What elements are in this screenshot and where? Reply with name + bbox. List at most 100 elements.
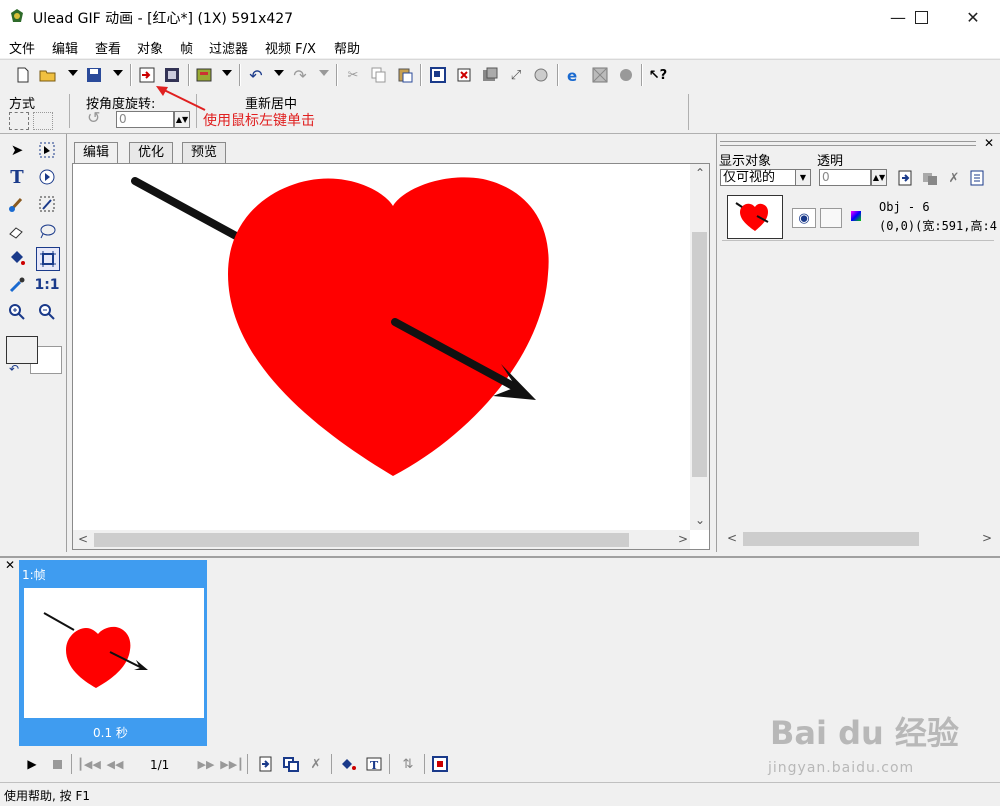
- context-help-button[interactable]: ↖?: [648, 65, 668, 85]
- text-tool[interactable]: T: [6, 166, 28, 188]
- bucket-icon: [11, 251, 25, 265]
- frame-properties-button[interactable]: [430, 754, 450, 774]
- delete-frame-button[interactable]: ✗: [306, 754, 326, 774]
- tween-button[interactable]: [339, 754, 359, 774]
- play-button[interactable]: ▶: [22, 754, 42, 774]
- first-frame-button[interactable]: ┃◀◀: [77, 754, 101, 774]
- scroll-up-icon[interactable]: ⌃: [695, 166, 705, 180]
- add-object-button[interactable]: [895, 168, 915, 188]
- foreground-color-swatch[interactable]: [6, 336, 38, 364]
- stop-icon: [52, 759, 62, 769]
- fit-button[interactable]: ⤢: [506, 65, 526, 85]
- scroll-left-icon[interactable]: <: [78, 532, 88, 546]
- resize-button[interactable]: [428, 65, 448, 85]
- crop-button[interactable]: [454, 65, 474, 85]
- eyedropper-tool[interactable]: [6, 274, 28, 296]
- duplicate-frame-button[interactable]: [281, 754, 301, 774]
- zoom-out-tool[interactable]: [36, 301, 58, 323]
- banner-dropdown-icon[interactable]: [222, 70, 232, 76]
- previous-frame-button[interactable]: ◀◀: [105, 754, 125, 774]
- object-horizontal-thumb[interactable]: [743, 532, 919, 546]
- select-tool[interactable]: [36, 139, 58, 161]
- plugin-button[interactable]: [616, 65, 636, 85]
- save-button[interactable]: [84, 65, 104, 85]
- panel-close-icon[interactable]: ✕: [984, 136, 994, 150]
- swap-colors-icon[interactable]: ↶: [9, 362, 19, 376]
- frame-panel-close-icon[interactable]: ✕: [5, 558, 15, 572]
- tab-preview[interactable]: 预览: [182, 142, 227, 163]
- redo-button[interactable]: ↷: [290, 65, 310, 85]
- actual-size-tool[interactable]: 1:1: [34, 274, 59, 296]
- web-button[interactable]: [531, 65, 551, 85]
- menu-frame[interactable]: 帧: [180, 38, 193, 57]
- reverse-frames-button[interactable]: ⇅: [398, 754, 418, 774]
- export-button[interactable]: [590, 65, 610, 85]
- lock-toggle[interactable]: [820, 208, 842, 228]
- zoom-in-tool[interactable]: [6, 301, 28, 323]
- add-frame-button[interactable]: [255, 754, 275, 774]
- new-button[interactable]: [13, 65, 33, 85]
- object-thumbnail: [727, 195, 783, 239]
- save-dropdown-icon[interactable]: [113, 70, 123, 76]
- toolbar-separator: [641, 64, 643, 86]
- tab-edit[interactable]: 编辑: [74, 142, 119, 163]
- menu-view[interactable]: 查看: [95, 38, 121, 57]
- maximize-button[interactable]: [898, 0, 944, 34]
- menu-video-fx[interactable]: 视频 F/X: [265, 38, 316, 57]
- canvas-image[interactable]: [73, 164, 690, 530]
- undo-dropdown-icon[interactable]: [274, 70, 284, 76]
- copy-button[interactable]: [369, 65, 389, 85]
- menu-object[interactable]: 对象: [137, 38, 163, 57]
- scroll-right-icon[interactable]: >: [678, 532, 688, 546]
- open-button[interactable]: [38, 65, 58, 85]
- last-frame-button[interactable]: ▶▶┃: [220, 754, 244, 774]
- delete-object-button[interactable]: ✗: [944, 168, 964, 188]
- text-frame-icon: T: [366, 757, 382, 772]
- pointer-tool[interactable]: ➤: [6, 139, 28, 161]
- duplicate-object-button[interactable]: [920, 168, 940, 188]
- optimize-button[interactable]: [480, 65, 500, 85]
- select-mode-icon[interactable]: [9, 112, 29, 130]
- object-scroll-right-icon[interactable]: >: [982, 531, 992, 545]
- lasso-tool[interactable]: [36, 220, 58, 242]
- last-frame-icon: ▶▶┃: [220, 757, 244, 771]
- next-frame-button[interactable]: ▶▶: [196, 754, 216, 774]
- canvas-vertical-thumb[interactable]: [692, 232, 707, 477]
- object-scroll-left-icon[interactable]: <: [727, 531, 737, 545]
- scroll-down-icon[interactable]: ⌄: [695, 513, 705, 527]
- browser-preview-button[interactable]: e: [564, 65, 584, 85]
- panel-grip[interactable]: [720, 141, 976, 146]
- object-properties-button[interactable]: [967, 168, 987, 188]
- lasso-icon: [40, 224, 56, 239]
- visibility-eye-icon[interactable]: ◉: [792, 208, 816, 228]
- menu-file[interactable]: 文件: [9, 38, 35, 57]
- brush-tool[interactable]: [6, 193, 28, 215]
- open-dropdown-icon[interactable]: [68, 70, 78, 76]
- menu-edit[interactable]: 编辑: [52, 38, 78, 57]
- text-frame-button[interactable]: T: [364, 754, 384, 774]
- lasso-wand-tool[interactable]: [36, 193, 58, 215]
- menu-filter[interactable]: 过滤器: [209, 38, 248, 57]
- show-objects-dropdown-icon[interactable]: ▼: [795, 169, 811, 186]
- magic-wand-tool[interactable]: [36, 166, 58, 188]
- tab-optimize[interactable]: 优化: [129, 142, 174, 163]
- canvas-horizontal-thumb[interactable]: [94, 533, 629, 547]
- paint-bucket-tool[interactable]: [6, 247, 28, 269]
- object-thumb-image: [735, 202, 769, 231]
- close-button[interactable]: ✕: [950, 0, 996, 34]
- zoom-in-icon: [9, 304, 25, 320]
- transform-tool[interactable]: [36, 247, 60, 271]
- paste-button[interactable]: [395, 65, 415, 85]
- show-objects-select[interactable]: 仅可视的: [720, 169, 796, 186]
- redo-dropdown-icon[interactable]: [319, 70, 329, 76]
- menu-help[interactable]: 帮助: [334, 38, 360, 57]
- rotate-icon[interactable]: ↺: [87, 108, 100, 127]
- undo-button[interactable]: ↶: [246, 65, 266, 85]
- cut-button[interactable]: ✂: [343, 65, 363, 85]
- object-properties-icon: [970, 170, 984, 186]
- transparency-spin-button[interactable]: ▲▼: [871, 169, 887, 186]
- eraser-tool[interactable]: [6, 220, 28, 242]
- select-mode-alt-icon[interactable]: [33, 112, 53, 130]
- stop-button[interactable]: [47, 754, 67, 774]
- transparency-input[interactable]: 0: [819, 169, 871, 186]
